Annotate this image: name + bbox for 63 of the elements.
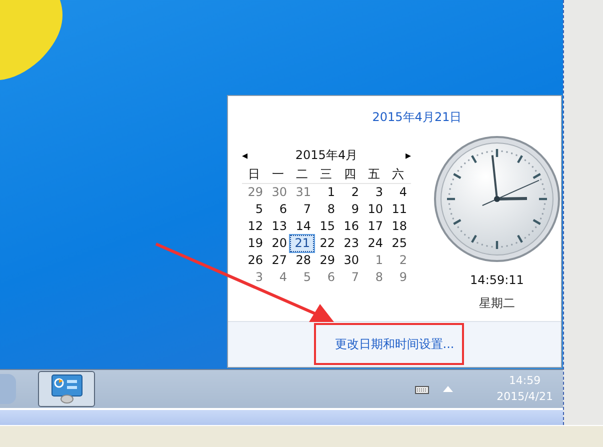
calendar-day[interactable]: 13 — [266, 218, 290, 235]
calendar-day[interactable]: 7 — [338, 269, 362, 286]
calendar-day[interactable]: 29 — [242, 184, 266, 201]
weekday-heading: 五 — [367, 166, 381, 183]
previous-month-button[interactable]: ◂ — [242, 148, 248, 162]
calendar-day[interactable]: 21 — [290, 235, 314, 252]
calendar-day[interactable]: 17 — [362, 218, 386, 235]
calendar-day[interactable]: 5 — [242, 201, 266, 218]
calendar-day[interactable]: 15 — [314, 218, 338, 235]
calendar-day[interactable]: 1 — [362, 252, 386, 269]
calendar-day[interactable]: 6 — [266, 201, 290, 218]
calendar-day[interactable]: 25 — [386, 235, 410, 252]
calendar-day[interactable]: 8 — [362, 269, 386, 286]
date-link[interactable]: 2015年4月21日 — [372, 109, 462, 126]
calendar-day[interactable]: 27 — [266, 252, 290, 269]
taskbar-app-button[interactable] — [38, 371, 95, 407]
control-panel-icon — [50, 374, 82, 404]
calendar-day[interactable]: 4 — [386, 184, 410, 201]
calendar-day[interactable]: 18 — [386, 218, 410, 235]
calendar-day[interactable]: 5 — [290, 269, 314, 286]
calendar-day[interactable]: 2 — [338, 184, 362, 201]
weekday-heading: 一 — [271, 166, 285, 183]
next-month-button[interactable]: ▸ — [405, 148, 411, 162]
calendar-day[interactable]: 26 — [242, 252, 266, 269]
calendar-day[interactable]: 7 — [290, 201, 314, 218]
calendar-day[interactable]: 1 — [314, 184, 338, 201]
change-settings-link[interactable]: 更改日期和时间设置... — [334, 336, 454, 353]
calendar-day[interactable]: 16 — [338, 218, 362, 235]
calendar-day[interactable]: 14 — [290, 218, 314, 235]
calendar-day[interactable]: 22 — [314, 235, 338, 252]
analog-clock-icon — [433, 135, 561, 263]
calendar-day[interactable]: 29 — [314, 252, 338, 269]
weekday-heading: 四 — [343, 166, 357, 183]
calendar-day[interactable]: 31 — [290, 184, 314, 201]
calendar-day[interactable]: 4 — [266, 269, 290, 286]
weekday-label: 星期二 — [479, 295, 515, 312]
calendar-day[interactable]: 8 — [314, 201, 338, 218]
keyboard-icon[interactable] — [414, 384, 429, 394]
calendar-day[interactable]: 10 — [362, 201, 386, 218]
calendar-day[interactable]: 6 — [314, 269, 338, 286]
clock-time: 14:59 — [508, 373, 541, 389]
calendar-day[interactable]: 28 — [290, 252, 314, 269]
weekday-heading: 日 — [247, 166, 261, 183]
calendar-day[interactable]: 2 — [386, 252, 410, 269]
calendar-day[interactable]: 9 — [338, 201, 362, 218]
digital-time: 14:59:11 — [470, 273, 524, 287]
calendar-day[interactable]: 9 — [386, 269, 410, 286]
calendar-day[interactable]: 3 — [242, 269, 266, 286]
start-orb-icon[interactable] — [0, 374, 16, 404]
calendar-day[interactable]: 24 — [362, 235, 386, 252]
calendar-day[interactable]: 3 — [362, 184, 386, 201]
calendar-day[interactable]: 30 — [266, 184, 290, 201]
calendar-day[interactable]: 11 — [386, 201, 410, 218]
weekday-heading: 三 — [319, 166, 333, 183]
calendar-day[interactable]: 19 — [242, 235, 266, 252]
calendar-day[interactable]: 30 — [338, 252, 362, 269]
month-title[interactable]: 2015年4月 — [295, 146, 358, 164]
weekday-heading: 六 — [391, 166, 405, 183]
calendar-day[interactable]: 20 — [266, 235, 290, 252]
weekday-heading: 二 — [295, 166, 309, 183]
clock-date: 2015/4/21 — [496, 389, 553, 405]
calendar-day[interactable]: 23 — [338, 235, 362, 252]
calendar-day[interactable]: 12 — [242, 218, 266, 235]
